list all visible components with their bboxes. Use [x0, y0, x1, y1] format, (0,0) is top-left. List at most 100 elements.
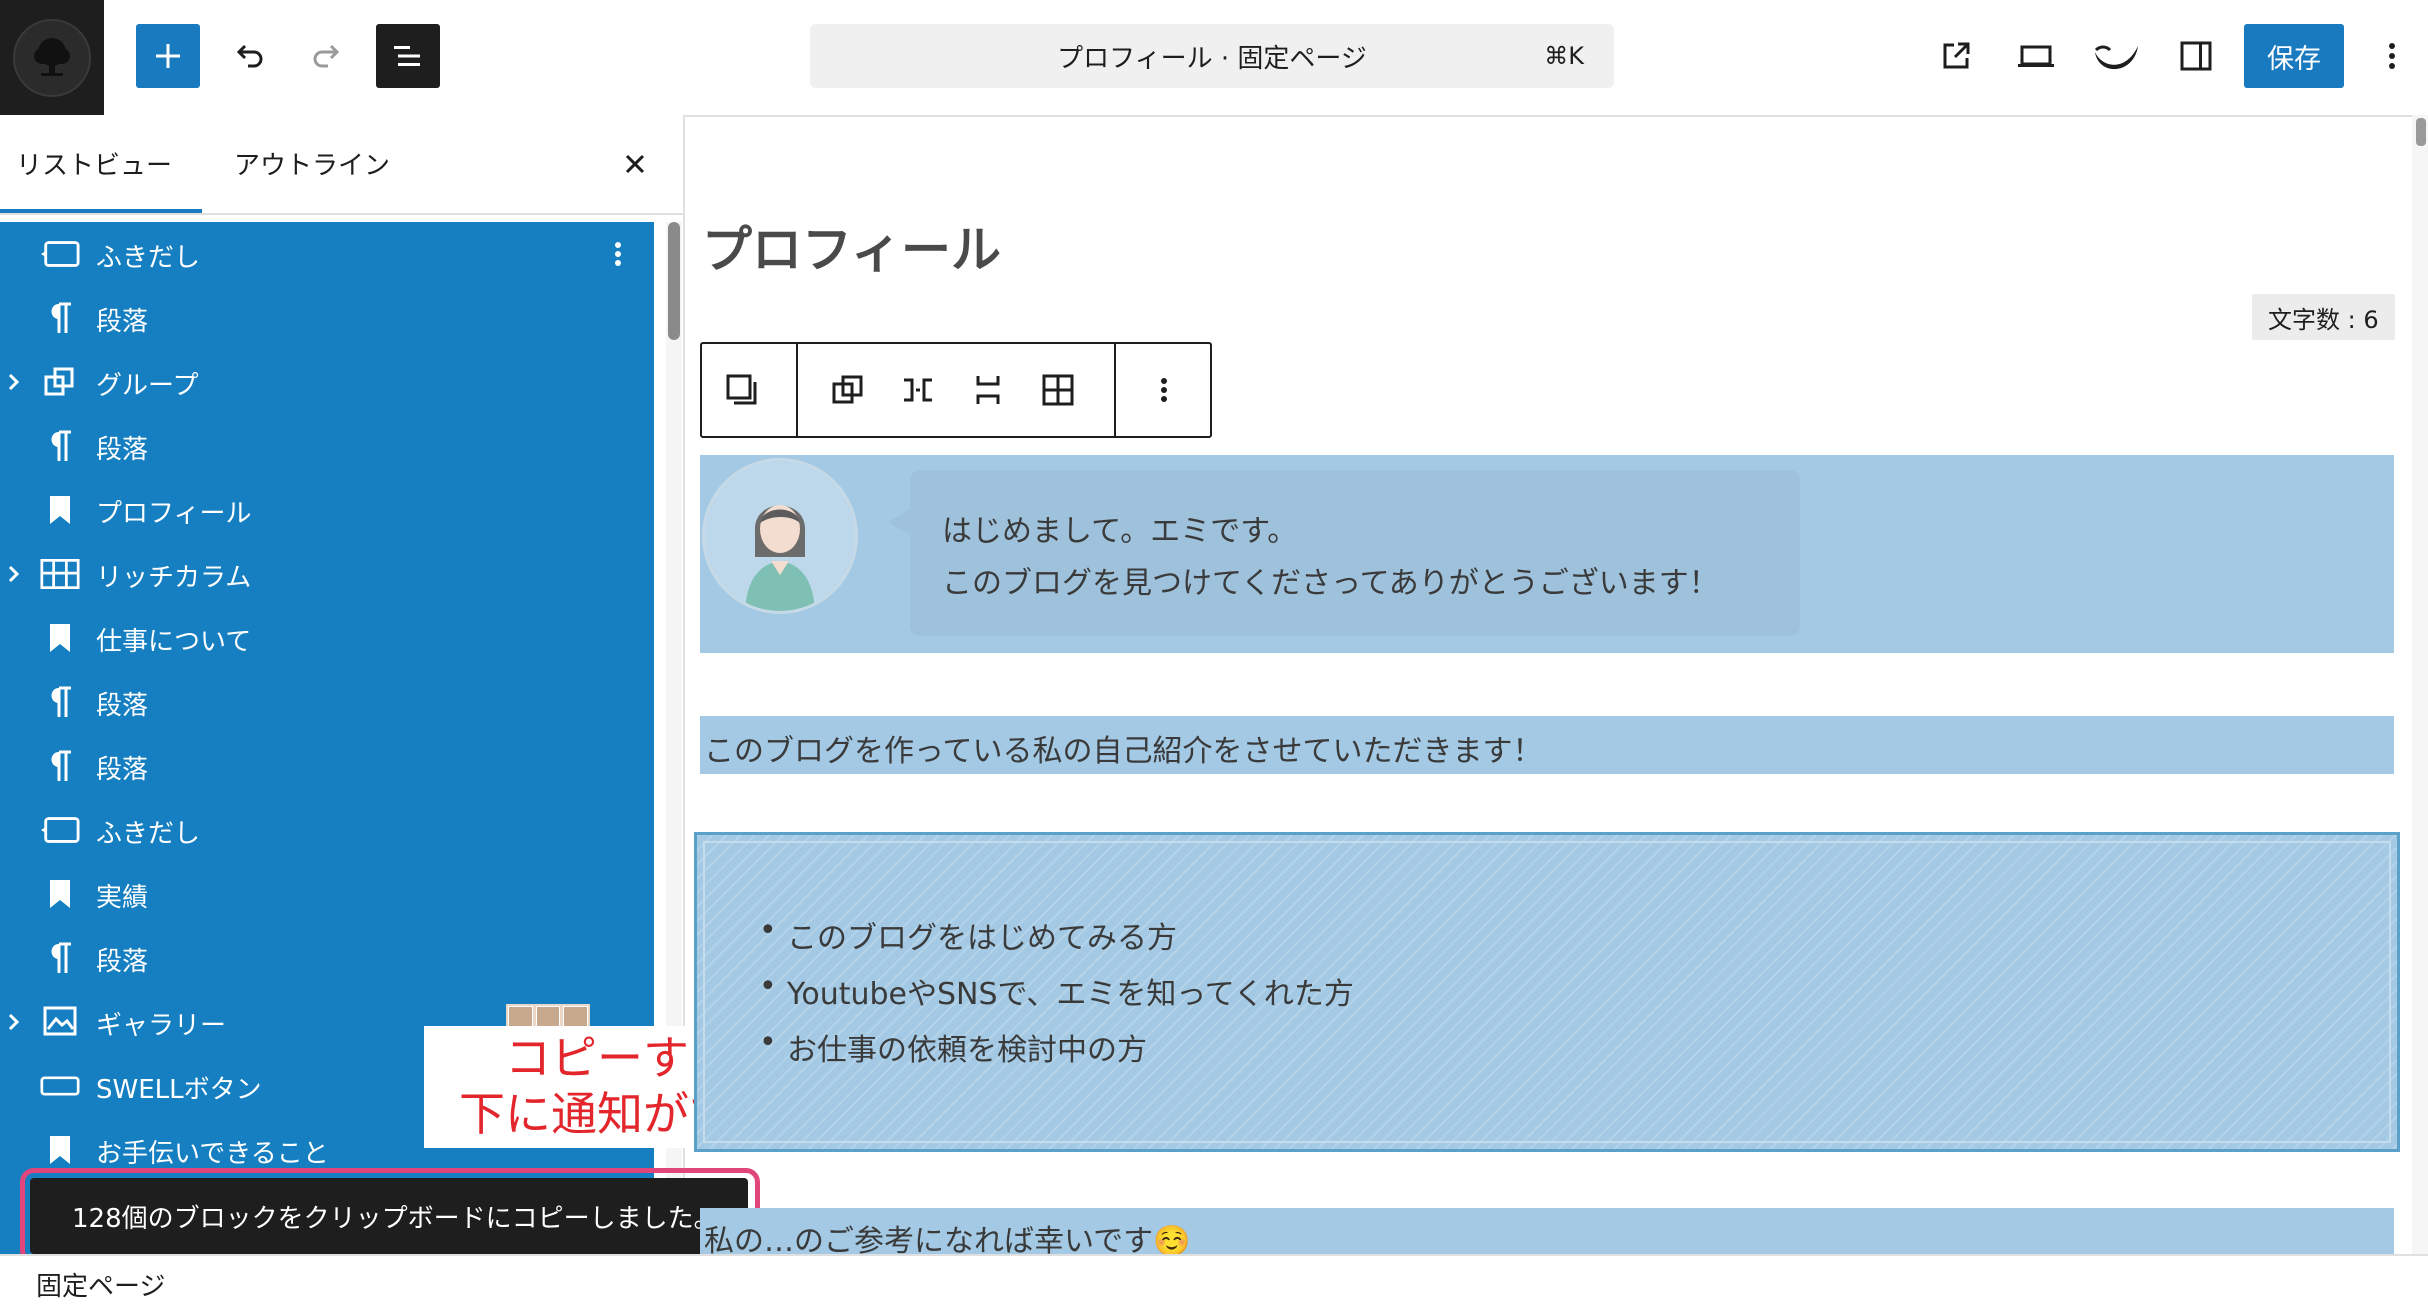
fukidashi-icon: [40, 236, 80, 272]
list-view-item-label: 実績: [96, 883, 149, 913]
row-button[interactable]: [888, 358, 948, 422]
list-view-item[interactable]: プロフィール: [0, 478, 654, 542]
undo-button[interactable]: [216, 24, 280, 88]
snackbar-message: 128個のブロックをクリップボードにコピーしました。: [72, 1203, 720, 1234]
canvas-scrollbar[interactable]: [2412, 115, 2428, 1254]
list-view-item[interactable]: 段落: [0, 286, 654, 350]
paragraph-text: 私の…のご参考になれば幸いです☺️: [704, 1224, 1191, 1254]
list-view-item[interactable]: グループ: [0, 350, 654, 414]
paragraph-block[interactable]: このブログを作っている私の自己紹介をさせていただきます！: [700, 716, 2394, 774]
list-view-item-label: お手伝いできること: [96, 1139, 329, 1169]
list-view-item-label: 段落: [96, 755, 149, 785]
chevron-right-icon[interactable]: [6, 562, 22, 586]
paragraph-icon: [40, 748, 80, 784]
list-view-item[interactable]: ふきだし: [0, 798, 654, 862]
add-block-button[interactable]: [136, 24, 200, 88]
plus-icon: [156, 44, 180, 68]
list-view-item-label: ふきだし: [96, 243, 201, 273]
avatar: [702, 458, 858, 614]
chevron-right-icon[interactable]: [6, 1010, 22, 1034]
page-title[interactable]: プロフィール: [702, 210, 1001, 282]
preview-device-button[interactable]: [2004, 24, 2068, 88]
list-block[interactable]: このブログをはじめてみる方 YoutubeやSNSで、エミを知ってくれた方 お仕…: [694, 832, 2400, 1152]
tree-icon: [34, 37, 70, 76]
block-options-button[interactable]: [1134, 358, 1194, 422]
desktop-icon: [2018, 45, 2054, 67]
fukidashi-icon: [40, 812, 80, 848]
list-item: このブログをはじめてみる方: [759, 913, 1177, 957]
multi-select-icon: [726, 374, 757, 405]
paragraph-icon: [40, 428, 80, 464]
list-view-item[interactable]: 段落: [0, 670, 654, 734]
stack-button[interactable]: [958, 358, 1018, 422]
bookmark-icon: [40, 620, 80, 656]
list-view-item-label: 段落: [96, 435, 149, 465]
list-scrollbar-thumb[interactable]: [668, 222, 680, 340]
external-link-icon: [1943, 42, 1970, 69]
more-vertical-icon: [1161, 378, 1167, 402]
list-view-item-label: グループ: [96, 371, 199, 401]
breadcrumb[interactable]: 固定ページ: [36, 1266, 165, 1303]
group-icon: [832, 375, 863, 404]
list-view-item-label: ギャラリー: [96, 1011, 227, 1041]
stack-icon: [976, 376, 1000, 404]
list-view-item[interactable]: 段落: [0, 734, 654, 798]
list-view-item-label: 段落: [96, 947, 149, 977]
word-count-badge: 文字数 : 6: [2252, 294, 2395, 340]
list-view-item[interactable]: 段落: [0, 926, 654, 990]
site-logo: [13, 18, 91, 97]
paragraph-block[interactable]: 私の…のご参考になれば幸いです☺️: [700, 1208, 2394, 1254]
document-title: プロフィール · 固定ページ: [1057, 43, 1367, 74]
list-view-item-label: SWELLボタン: [96, 1075, 262, 1105]
bubble-line-2: このブログを見つけてくださってありがとうございます！: [942, 566, 1719, 601]
list-view-icon: [394, 46, 420, 66]
list-view-item-label: 段落: [96, 307, 149, 337]
paragraph-text: このブログを作っている私の自己紹介をさせていただきます！: [704, 734, 1543, 769]
list-view-item[interactable]: ふきだし: [0, 222, 654, 286]
redo-button[interactable]: [296, 24, 360, 88]
button-icon: [40, 1068, 80, 1104]
settings-sidebar-button[interactable]: [2164, 24, 2228, 88]
more-vertical-icon: [2389, 43, 2395, 69]
redo-icon: [313, 44, 340, 68]
canvas-scrollbar-thumb[interactable]: [2416, 118, 2426, 146]
list-item: お仕事の依頼を検討中の方: [759, 1025, 1147, 1069]
options-button[interactable]: [2360, 24, 2424, 88]
bubble-line-1: はじめまして。エミです。: [942, 514, 1298, 549]
bookmark-icon: [40, 492, 80, 528]
close-sidebar-button[interactable]: [614, 143, 656, 185]
chevron-right-icon[interactable]: [6, 370, 22, 394]
editor-footer: 固定ページ: [0, 1254, 2428, 1306]
list-item: YoutubeやSNSで、エミを知ってくれた方: [759, 969, 1354, 1013]
list-view-item[interactable]: 段落: [0, 414, 654, 478]
undo-icon: [236, 44, 263, 68]
site-icon-button[interactable]: [0, 0, 104, 115]
document-overview-button[interactable]: [376, 24, 440, 88]
bookmark-icon: [40, 876, 80, 912]
block-type-button[interactable]: [712, 358, 772, 422]
grid-icon: [1042, 374, 1074, 406]
close-icon: [625, 154, 645, 174]
paragraph-icon: [40, 300, 80, 336]
plugin-button[interactable]: [2084, 24, 2148, 88]
tab-list-view[interactable]: リストビュー: [16, 145, 172, 182]
speech-bubble[interactable]: はじめまして。エミです。 このブログを見つけてくださってありがとうございます！: [910, 470, 1800, 636]
save-button[interactable]: 保存: [2244, 24, 2344, 88]
more-vertical-icon[interactable]: [612, 236, 624, 272]
group-button[interactable]: [818, 358, 878, 422]
sidebar-toggle-icon: [2180, 41, 2212, 71]
bubble-tail: [888, 508, 912, 536]
bookmark-icon: [40, 1132, 80, 1168]
columns-icon: [40, 556, 80, 592]
snackbar-notice[interactable]: 128個のブロックをクリップボードにコピーしました。: [30, 1178, 748, 1254]
command-shortcut: ⌘K: [1544, 42, 1584, 70]
list-view-item-label: 仕事について: [96, 627, 252, 657]
command-palette-bar[interactable]: プロフィール · 固定ページ ⌘K: [810, 24, 1614, 88]
list-view-item[interactable]: 仕事について: [0, 606, 654, 670]
list-view-item-label: プロフィール: [96, 499, 252, 529]
list-view-item[interactable]: 実績: [0, 862, 654, 926]
tab-outline[interactable]: アウトライン: [234, 145, 390, 182]
list-view-item[interactable]: リッチカラム: [0, 542, 654, 606]
grid-button[interactable]: [1028, 358, 1088, 422]
view-page-button[interactable]: [1924, 24, 1988, 88]
